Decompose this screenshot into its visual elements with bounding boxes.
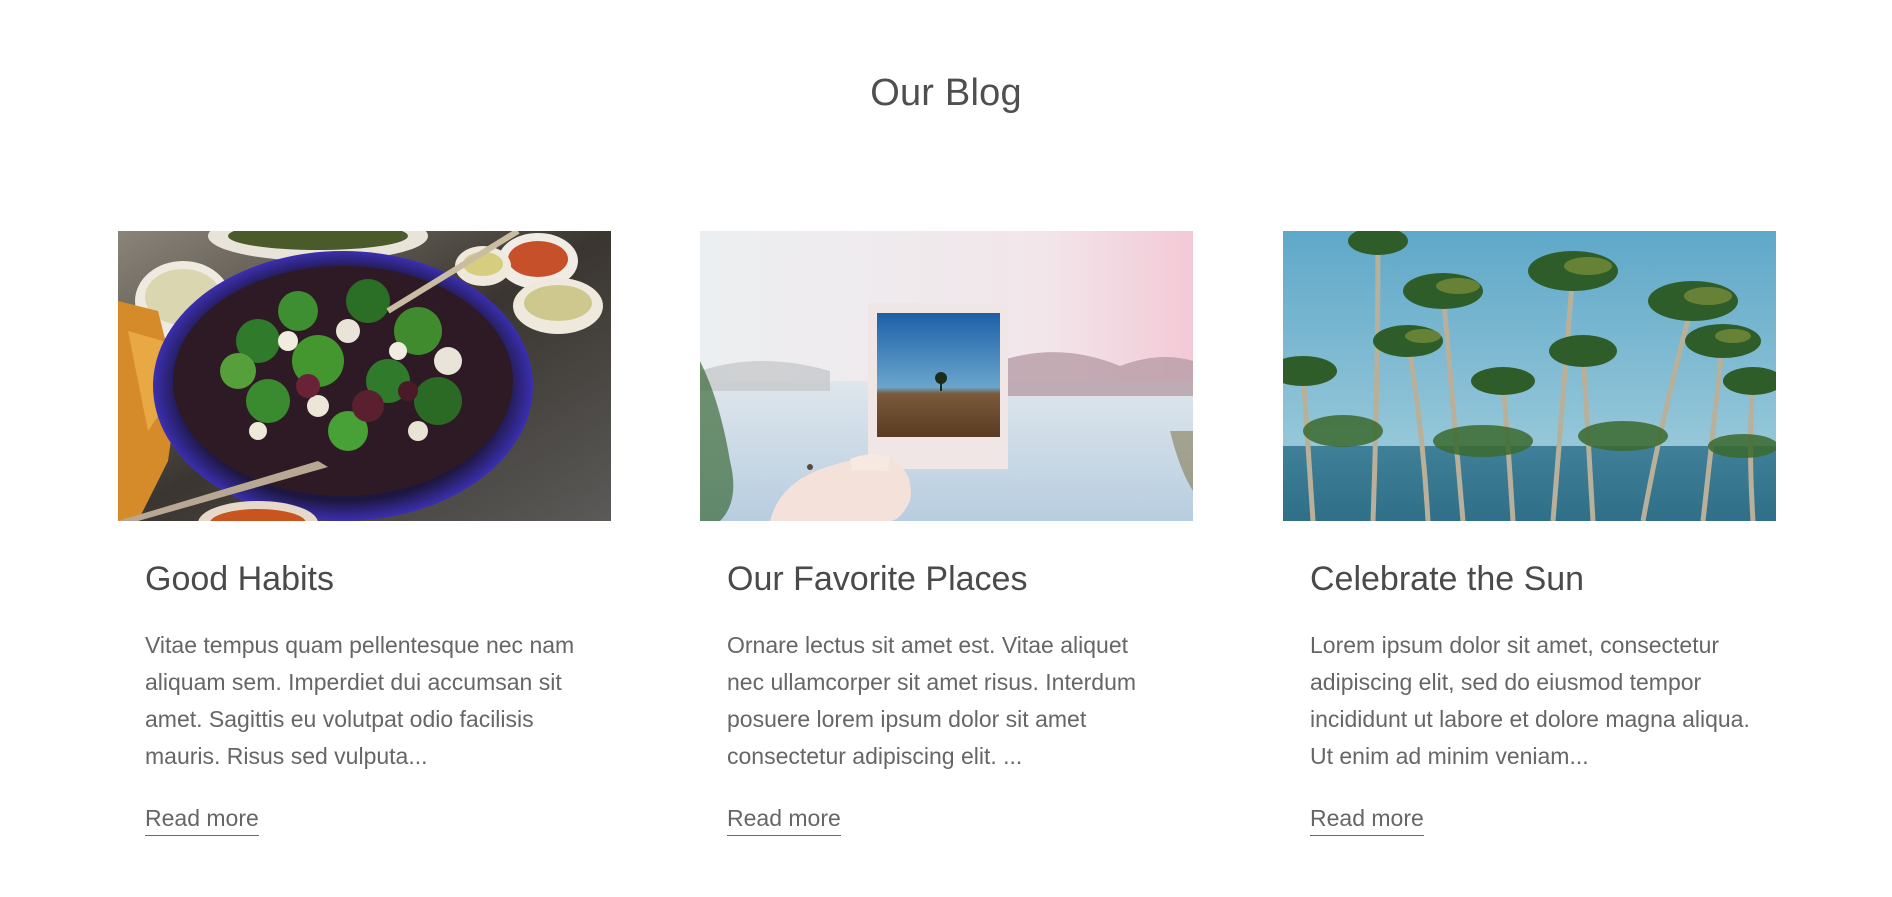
blog-card-celebrate-the-sun: Celebrate the Sun Lorem ipsum dolor sit … <box>1283 231 1776 836</box>
blog-card-good-habits: Good Habits Vitae tempus quam pellentesq… <box>118 231 611 836</box>
polaroid-photo[interactable] <box>700 231 1193 521</box>
post-title[interactable]: Good Habits <box>145 557 584 601</box>
post-excerpt: Vitae tempus quam pellentesque nec nam a… <box>145 632 575 769</box>
post-excerpt: Lorem ipsum dolor sit amet, consectetur … <box>1310 632 1750 769</box>
post-title[interactable]: Celebrate the Sun <box>1310 557 1749 601</box>
post-title[interactable]: Our Favorite Places <box>727 557 1166 601</box>
read-more-link[interactable]: Read more <box>145 805 259 836</box>
post-excerpt: Ornare lectus sit amet est. Vitae alique… <box>727 632 1137 769</box>
section-title: Our Blog <box>870 72 1022 114</box>
blog-card-our-favorite-places: Our Favorite Places Ornare lectus sit am… <box>700 231 1193 836</box>
read-more-link[interactable]: Read more <box>1310 805 1424 836</box>
palm-trees-photo[interactable] <box>1283 231 1776 521</box>
salad-bowl-photo[interactable] <box>118 231 611 521</box>
read-more-link[interactable]: Read more <box>727 805 841 836</box>
